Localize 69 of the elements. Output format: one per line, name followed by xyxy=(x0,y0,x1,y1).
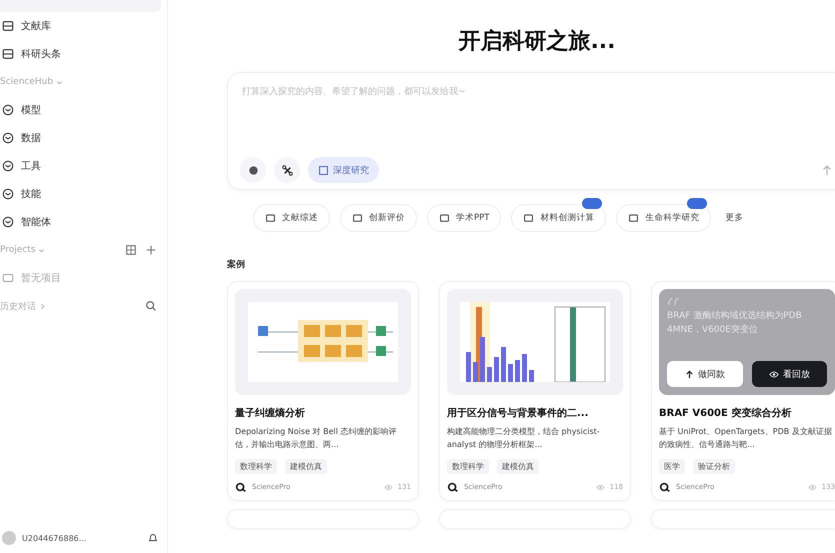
quick-action-button[interactable]: 创新评价 xyxy=(340,204,417,232)
grid-icon[interactable] xyxy=(125,244,137,256)
empty-projects-text: 暂无项目 xyxy=(21,272,61,285)
histogram-bar xyxy=(487,367,492,382)
case-title: 量子纠缠熵分析 xyxy=(235,406,306,420)
histogram-bar xyxy=(466,352,471,382)
sidebar-item[interactable]: 数据 xyxy=(0,124,167,152)
tag: 建模仿真 xyxy=(497,459,539,474)
archive-icon xyxy=(2,20,14,32)
action-icon xyxy=(265,212,276,224)
plus-icon[interactable] xyxy=(145,244,157,256)
avatar[interactable] xyxy=(2,531,16,545)
quick-action-button[interactable]: 文献综述 xyxy=(253,204,330,232)
histogram-bar xyxy=(508,364,513,382)
chevron-down-icon[interactable] xyxy=(56,78,64,86)
chevron-down-icon[interactable] xyxy=(38,246,46,254)
sidebar-item[interactable]: 科研头条 xyxy=(0,40,167,68)
tag: 数理科学 xyxy=(235,459,277,474)
case-description: Depolarizing Noise 对 Bell 态纠缠的影响评估，并输出电路示意图、两... xyxy=(235,426,398,451)
prompt-field[interactable]: 打算深入探究的内容、希望了解的问题，都可以发给我~ 深度研究 xyxy=(227,72,835,190)
tag: 建模仿真 xyxy=(285,459,327,474)
attach-button[interactable] xyxy=(240,157,266,183)
search-icon[interactable] xyxy=(145,300,157,312)
histogram-bar xyxy=(494,357,499,382)
histogram-bar xyxy=(501,347,506,382)
eye-icon xyxy=(768,370,779,378)
case-title: 用于区分信号与背景事件的二... xyxy=(447,406,590,420)
histogram-bar xyxy=(515,360,520,382)
histogram-bar xyxy=(522,354,527,382)
histogram-bar xyxy=(529,370,534,382)
user-name: U2044676886... xyxy=(22,534,86,542)
page-title: 开启科研之旅... xyxy=(457,28,617,56)
eye-icon xyxy=(384,484,393,490)
sidebar-item[interactable]: 工具 xyxy=(0,152,167,180)
tag: 数理科学 xyxy=(447,459,489,474)
case-title: BRAF V600E 突变综合分析 xyxy=(659,406,792,420)
arrow-up-icon xyxy=(684,370,694,378)
chevron-right-icon[interactable] xyxy=(39,302,46,310)
quick-action-button[interactable]: 生命科学研究 xyxy=(616,204,712,232)
eye-icon xyxy=(596,484,605,490)
bell-icon[interactable] xyxy=(147,532,159,544)
quote-mark-icon xyxy=(667,297,681,306)
quick-action-button[interactable]: 材料创测计算 xyxy=(511,204,606,232)
sidebar-item[interactable]: 模型 xyxy=(0,96,167,124)
sidebar-item[interactable]: 文献库 xyxy=(0,12,167,40)
use-template-button[interactable]: 做同款 xyxy=(667,361,742,387)
action-icon xyxy=(439,212,450,224)
replay-button[interactable]: 看回放 xyxy=(752,361,827,387)
action-icon xyxy=(352,212,363,224)
quote-preview-text: BRAF 激酶结构域优选结构为PDB 4MNE，V600E突变位 xyxy=(667,310,803,338)
folder-icon xyxy=(2,272,14,284)
logo-icon xyxy=(447,481,459,493)
tag: 验证分析 xyxy=(693,459,735,474)
eye-icon xyxy=(808,484,817,490)
tag: 医学 xyxy=(659,459,685,474)
case-description: 构建高能物理二分类模型，结合 physicist-analyst 的物理分析框架... xyxy=(447,426,601,451)
action-icon xyxy=(628,212,640,224)
sidebar-item[interactable]: 技能 xyxy=(0,180,167,208)
logo-icon xyxy=(235,481,247,493)
section-title: 案例 xyxy=(227,258,246,271)
command-button[interactable] xyxy=(274,157,300,183)
logo-icon xyxy=(659,481,671,493)
action-icon xyxy=(523,212,534,224)
deep-research-toggle[interactable]: 深度研究 xyxy=(308,157,379,183)
document-icon xyxy=(318,164,329,176)
quick-action-button[interactable]: 学术PPT xyxy=(427,204,502,232)
command-icon xyxy=(280,164,294,176)
sidebar-item[interactable]: 智能体 xyxy=(0,208,167,236)
case-description: 基于 UniProt、OpenTargets、PDB 及文献证据的致病性、信号通路与靶... xyxy=(659,426,833,451)
